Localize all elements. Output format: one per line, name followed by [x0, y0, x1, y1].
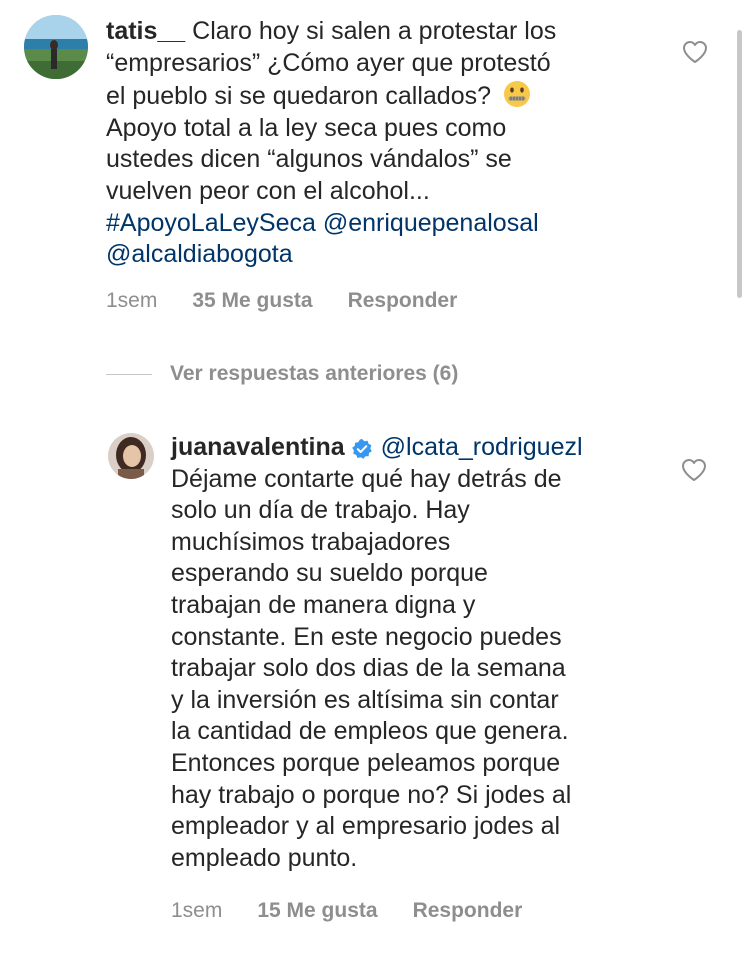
comment-tags-line: #ApoyoLaLeySeca @enriquepenalosal [106, 208, 666, 240]
comment-line-3: el pueblo si se quedaron callados? [106, 79, 666, 113]
view-replies-toggle[interactable]: Ver respuestas anteriores (6) [106, 362, 458, 386]
comment-text-line: Apoyo total a la ley seca pues como [106, 113, 507, 142]
mention-link[interactable]: @alcaldiabogota [106, 240, 293, 268]
comment-likes-button[interactable]: 35 Me gusta [192, 289, 312, 313]
reply-text-line: hay trabajo o porque no? Si jodes al [171, 780, 572, 809]
comment-text-line: vuelven peor con el alcohol... [106, 176, 430, 205]
comment-meta: 1sem 35 Me gusta Responder [106, 289, 457, 313]
reply-username[interactable]: juanavalentina [171, 432, 345, 464]
scrollbar[interactable] [737, 30, 742, 298]
reply-text-line: solo un día de trabajo. Hay [171, 496, 470, 525]
reply-text-line: trabajar solo dos dias de la semana [171, 654, 566, 683]
comment-text-line: ustedes dicen “algunos vándalos” se [106, 145, 512, 174]
reply-likes-button[interactable]: 15 Me gusta [257, 899, 377, 923]
reply-text-line: Entonces porque peleamos porque [171, 748, 561, 777]
reply-header-line: juanavalentina @lcata_rodriguezl [171, 432, 671, 464]
reply-text-line: muchísimos trabajadores [171, 527, 451, 556]
reply-text-line: trabajan de manera digna y [171, 590, 476, 619]
heart-outline-icon[interactable] [681, 458, 707, 482]
reply-button[interactable]: Responder [413, 899, 523, 923]
reply-text-line: y la inversión es altísima sin contar [171, 685, 559, 714]
reply-text-line: constante. En este negocio puedes [171, 622, 562, 651]
hashtag-link[interactable]: #ApoyoLaLeySeca [106, 209, 316, 237]
reply-text-line: la cantidad de empleos que genera. [171, 717, 569, 746]
verified-badge-icon [351, 437, 373, 459]
zipper-mouth-emoji-icon [502, 79, 532, 109]
reply-time: 1sem [171, 899, 223, 922]
view-replies-label: Ver respuestas anteriores (6) [170, 362, 459, 385]
avatar[interactable] [108, 433, 154, 479]
avatar[interactable] [24, 15, 88, 79]
comment-line-1: tatis__ Claro hoy si salen a protestar l… [106, 16, 666, 48]
comment-text-line: el pueblo si se quedaron callados? [106, 82, 491, 111]
reply-text-line: esperando su sueldo porque [171, 559, 488, 588]
comment-text-line: Claro hoy si salen a protestar los [192, 17, 557, 45]
reply-text-line: empleado punto. [171, 843, 358, 872]
mention-link[interactable]: @enriquepenalosal [323, 209, 539, 237]
reply-meta: 1sem 15 Me gusta Responder [171, 899, 522, 923]
heart-outline-icon[interactable] [682, 40, 708, 64]
mention-link[interactable]: @lcata_rodriguezl [381, 432, 583, 464]
reply-button[interactable]: Responder [348, 289, 458, 313]
reply-text-line: empleador y al empresario jodes al [171, 812, 561, 841]
comment-text-line: “empresarios” ¿Cómo ayer que protestó [106, 48, 551, 77]
comment-time: 1sem [106, 289, 158, 312]
divider [106, 373, 152, 375]
comment-username[interactable]: tatis__ [106, 17, 185, 45]
reply-text-line: Déjame contarte qué hay detrás de [171, 464, 562, 493]
